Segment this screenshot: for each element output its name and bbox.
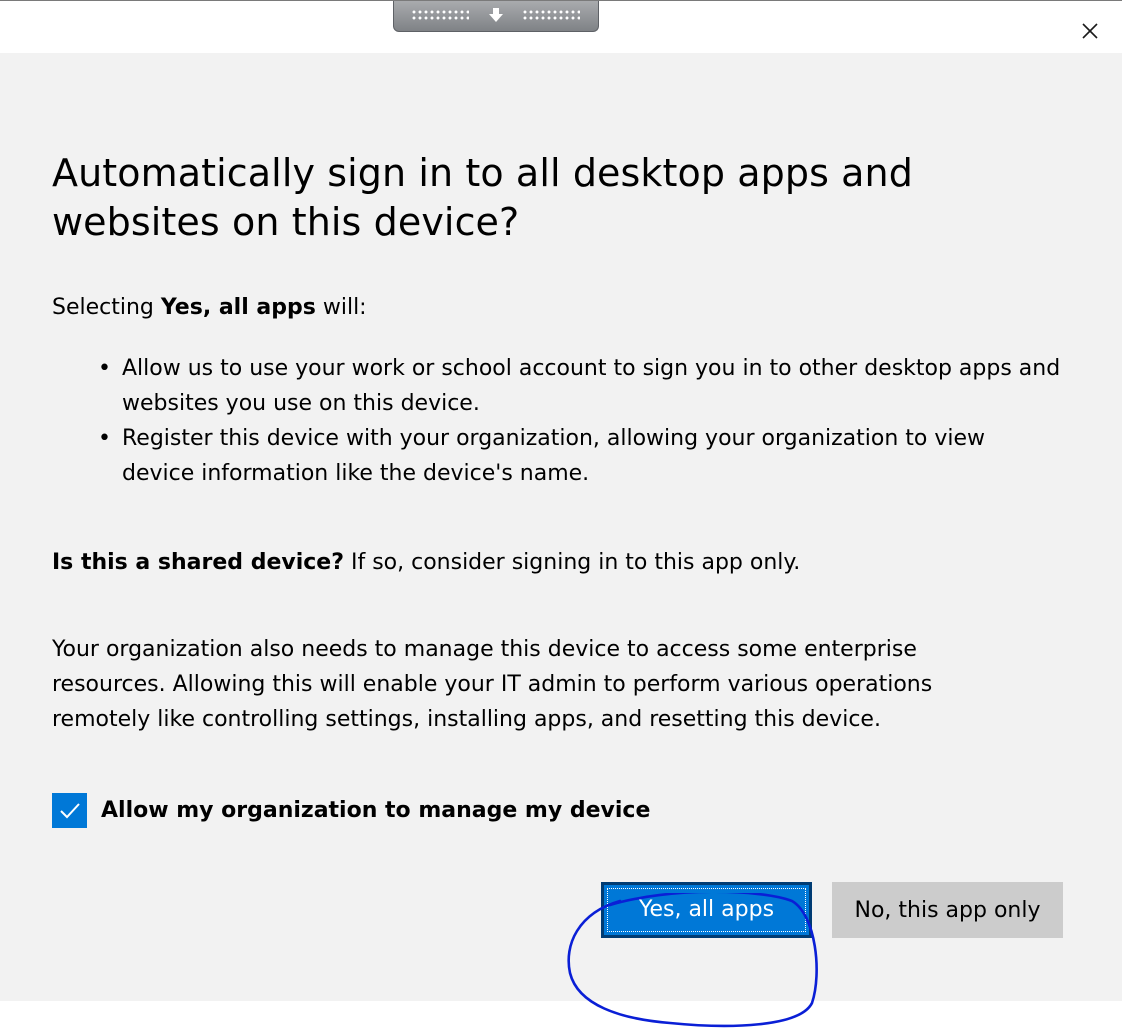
shared-device-text: Is this a shared device? If so, consider… — [52, 545, 800, 580]
intro-text: Selecting Yes, all apps will: — [52, 290, 367, 325]
bullet-icon: • — [98, 426, 111, 451]
list-item: • Register this device with your organiz… — [52, 421, 1062, 491]
list-item-text: Register this device with your organizat… — [122, 426, 986, 486]
arrow-down-icon — [489, 8, 503, 22]
list-item: • Allow us to use your work or school ac… — [52, 351, 1062, 421]
manage-device-checkbox-row[interactable]: Allow my organization to manage my devic… — [52, 793, 650, 828]
grip-dots-icon — [411, 9, 469, 21]
intro-emphasis: Yes, all apps — [160, 295, 316, 320]
no-this-app-only-button[interactable]: No, this app only — [832, 882, 1063, 938]
manage-device-checkbox[interactable] — [52, 793, 87, 828]
dialog-title: Automatically sign in to all desktop app… — [52, 151, 913, 244]
list-item-text: Allow us to use your work or school acco… — [122, 356, 1061, 416]
grip-dots-icon — [522, 9, 580, 21]
close-icon[interactable] — [1078, 19, 1102, 43]
remote-connection-bar[interactable] — [393, 1, 599, 32]
sign-in-dialog: Automatically sign in to all desktop app… — [0, 53, 1122, 1028]
intro-prefix: Selecting — [52, 295, 161, 320]
window-title-bar — [0, 0, 1122, 53]
checkmark-icon — [59, 802, 80, 818]
manage-device-label: Allow my organization to manage my devic… — [101, 798, 651, 823]
intro-suffix: will: — [315, 295, 367, 320]
yes-all-apps-label: Yes, all apps — [638, 897, 775, 922]
yes-all-apps-button[interactable]: Yes, all apps — [601, 882, 812, 938]
bullet-icon: • — [98, 356, 111, 381]
device-management-text: Your organization also needs to manage t… — [52, 637, 933, 732]
shared-device-advice: If so, consider signing in to this app o… — [343, 550, 801, 575]
consequences-list: • Allow us to use your work or school ac… — [52, 351, 1062, 491]
shared-device-emphasis: Is this a shared device? — [52, 550, 344, 575]
